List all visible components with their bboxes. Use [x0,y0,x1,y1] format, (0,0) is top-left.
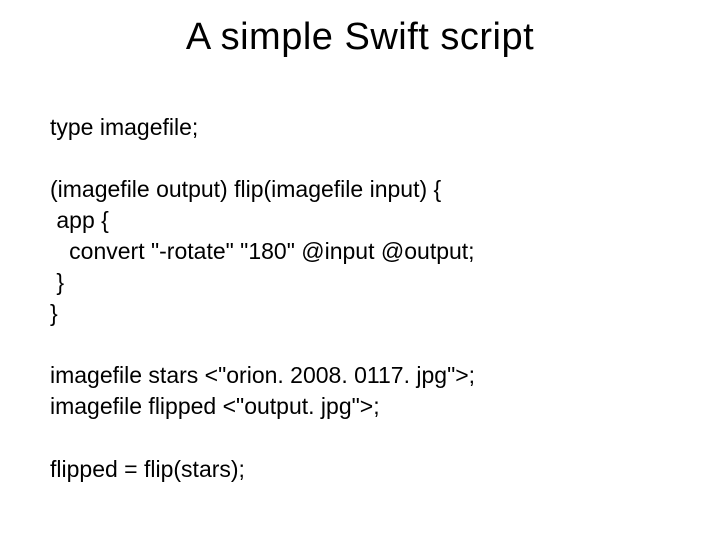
code-block: type imagefile; (imagefile output) flip(… [50,81,670,485]
code-line: } [50,300,58,326]
slide: A simple Swift script type imagefile; (i… [0,0,720,540]
code-line: convert "-rotate" "180" @input @output; [50,238,475,264]
code-line: type imagefile; [50,114,198,140]
code-line: flipped = flip(stars); [50,456,245,482]
slide-title: A simple Swift script [50,16,670,59]
code-line: imagefile flipped <"output. jpg">; [50,393,380,419]
code-line: app { [50,207,109,233]
code-line: imagefile stars <"orion. 2008. 0117. jpg… [50,362,475,388]
code-line: } [50,269,64,295]
code-line: (imagefile output) flip(imagefile input)… [50,176,441,202]
